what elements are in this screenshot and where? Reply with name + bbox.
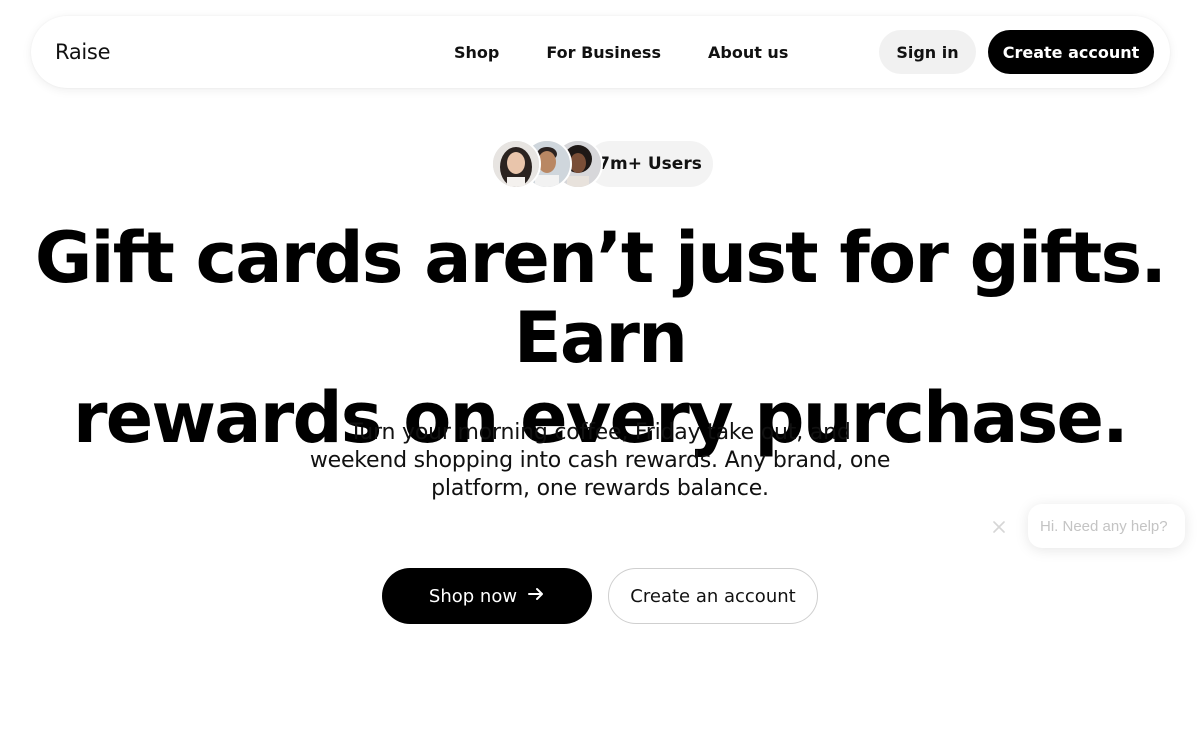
- nav-for-business[interactable]: For Business: [546, 43, 661, 62]
- sign-in-button[interactable]: Sign in: [879, 30, 976, 74]
- users-count-label: 7m+ Users: [587, 141, 713, 187]
- shop-now-button[interactable]: Shop now: [382, 568, 592, 624]
- avatar: [491, 139, 541, 189]
- main-nav: Shop For Business About us: [454, 16, 788, 88]
- headline-line-1: Gift cards aren’t just for gifts. Earn: [34, 217, 1167, 379]
- raise-logo[interactable]: Raise: [55, 37, 111, 67]
- arrow-right-icon: [527, 585, 545, 608]
- create-account-button[interactable]: Create account: [988, 30, 1154, 74]
- nav-about-us[interactable]: About us: [708, 43, 788, 62]
- hero-subtext: Turn your morning coffee, Friday take ou…: [309, 420, 891, 501]
- shop-now-label: Shop now: [428, 585, 518, 607]
- chat-help-bubble[interactable]: Hi. Need any help?: [1028, 504, 1185, 548]
- close-icon[interactable]: [988, 516, 1010, 538]
- create-an-account-button[interactable]: Create an account: [608, 568, 818, 624]
- top-navbar: Raise Shop For Business About us Sign in…: [31, 16, 1170, 88]
- nav-shop[interactable]: Shop: [454, 43, 499, 62]
